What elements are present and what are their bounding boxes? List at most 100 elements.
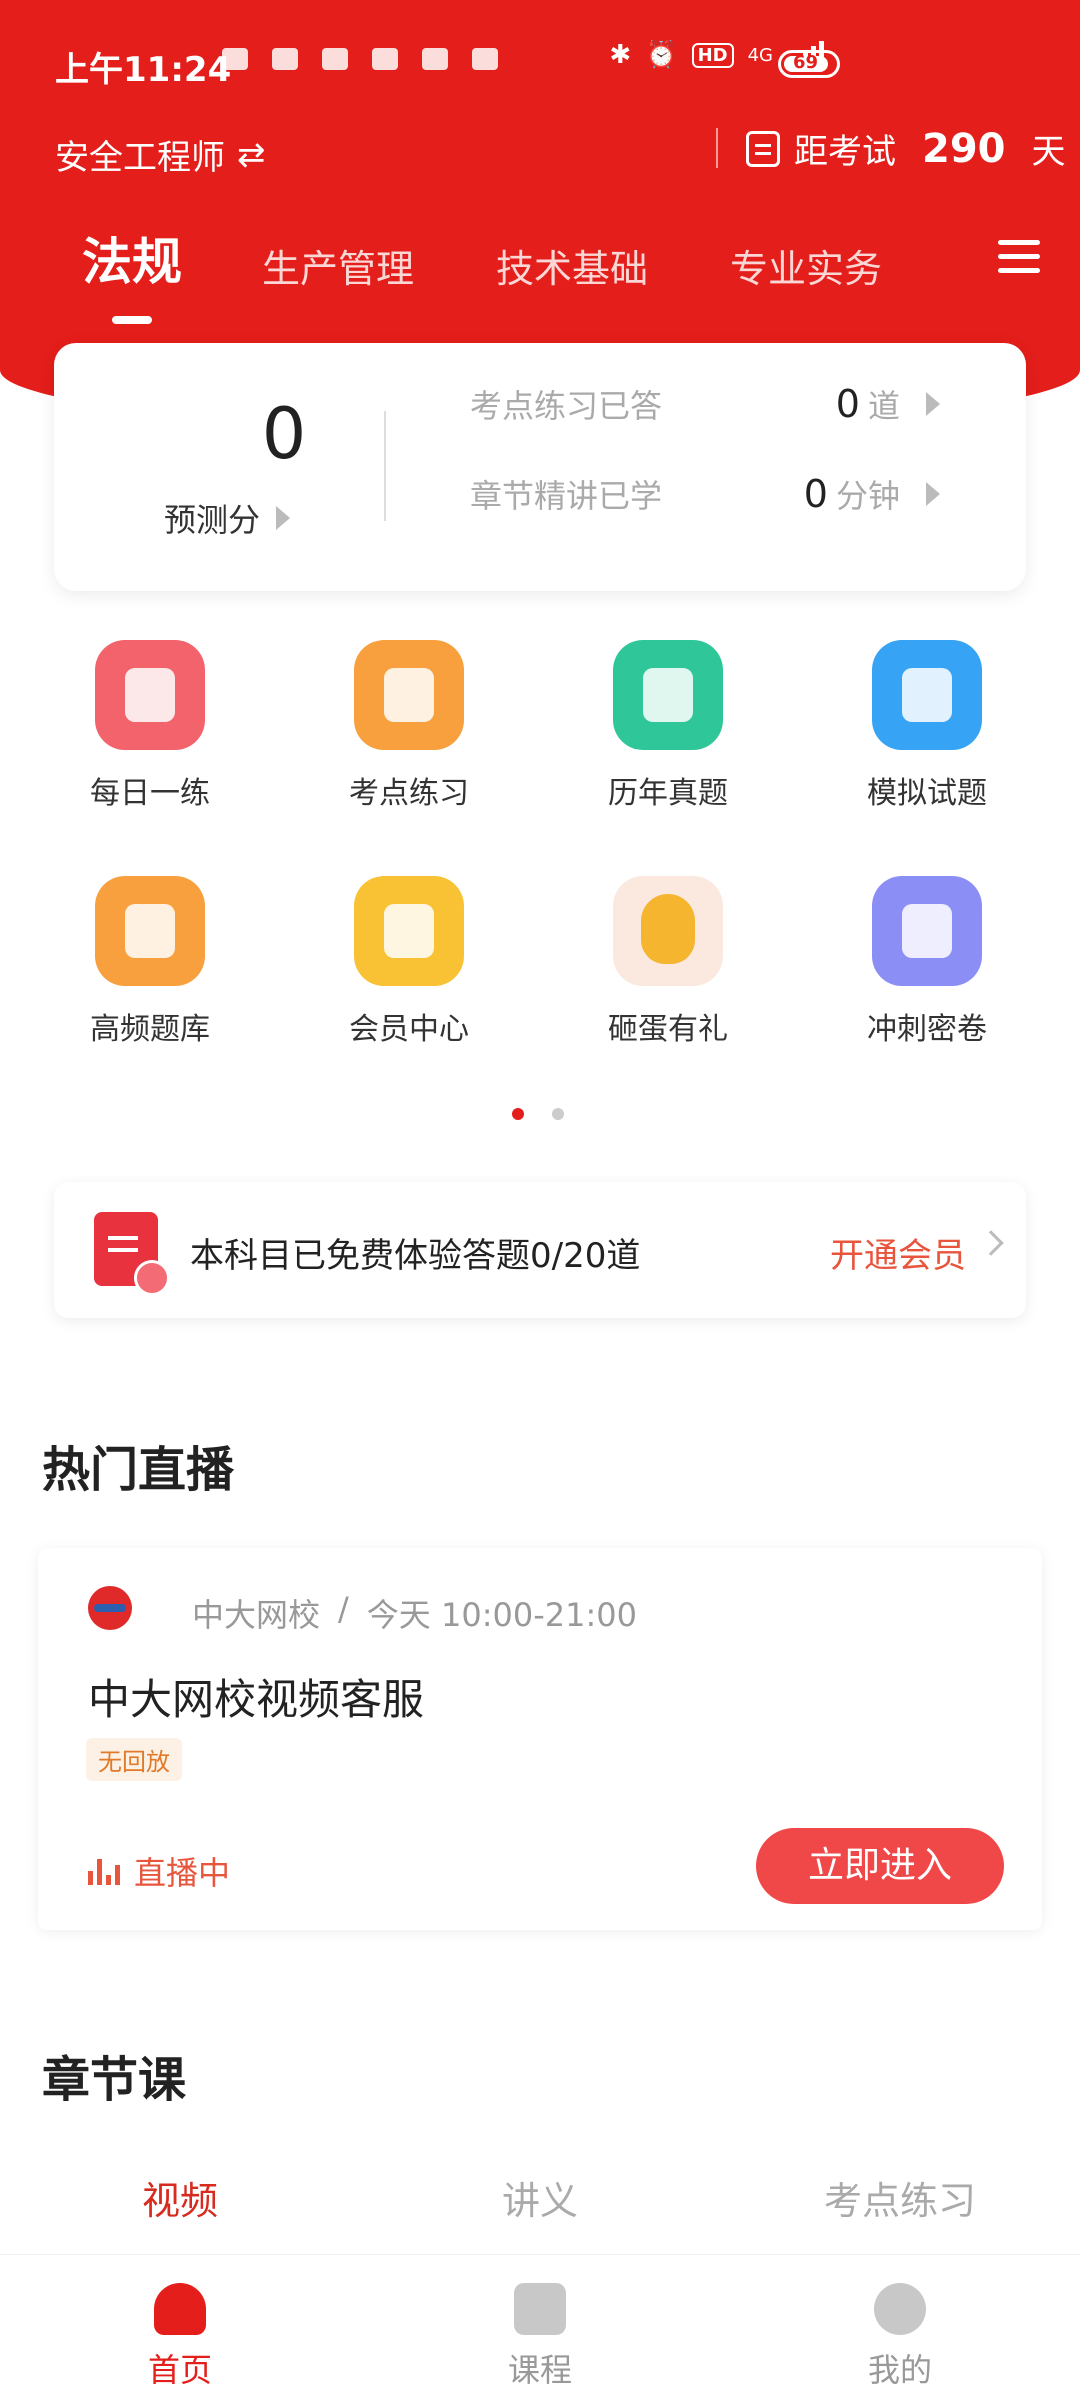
- live-meta: 中大网校 / 今天 10:00-21:00: [192, 1590, 637, 1636]
- grid-member-center[interactable]: 会员中心: [309, 876, 509, 1048]
- live-section-title: 热门直播: [42, 1442, 235, 1498]
- swap-icon: ⇄: [237, 134, 266, 175]
- arrow-right-icon: [926, 482, 940, 506]
- predicted-score-link[interactable]: 预测分: [164, 495, 291, 541]
- page-indicator: [512, 1108, 564, 1120]
- org-logo-icon: [88, 1586, 132, 1630]
- top-bar: 安全工程师 ⇄ 距考试 290 天: [0, 120, 1080, 180]
- live-bars-icon: [88, 1857, 120, 1885]
- live-card[interactable]: 中大网校 / 今天 10:00-21:00 中大网校视频客服 无回放 直播中 立…: [38, 1548, 1042, 1930]
- tab-professional-practice[interactable]: 专业实务: [730, 238, 882, 293]
- golden-egg-icon: [613, 876, 723, 986]
- chapter-tab-video[interactable]: 视频: [0, 2170, 360, 2225]
- upload-badge-icon: [134, 1260, 170, 1296]
- alarm-icon: ⏰: [645, 40, 678, 70]
- notification-icon: [322, 48, 348, 70]
- arrow-right-icon: [276, 506, 291, 530]
- home-icon: [154, 2283, 206, 2335]
- exam-countdown: 距考试 290 天: [746, 124, 1066, 173]
- book-icon: [872, 876, 982, 986]
- grid-past-exams[interactable]: 历年真题: [568, 640, 768, 812]
- live-org: 中大网校: [192, 1596, 321, 1634]
- status-bar: 上午11:24 ✱ ⏰ HD 4G 69: [0, 0, 1080, 120]
- stat-unit: 分钟: [835, 477, 900, 515]
- grid-frequent-bank[interactable]: 高频题库: [50, 876, 250, 1048]
- notification-icon: [272, 48, 298, 70]
- exam-suffix: 天: [1031, 132, 1066, 172]
- chapter-tab-practice[interactable]: 考点练习: [720, 2170, 1080, 2225]
- pulse-icon: [95, 876, 205, 986]
- live-title: 中大网校视频客服: [88, 1675, 425, 1724]
- menu-icon[interactable]: [998, 240, 1040, 274]
- tab-technical-basics[interactable]: 技术基础: [496, 238, 648, 293]
- live-separator: /: [338, 1590, 349, 1628]
- crown-icon: [354, 876, 464, 986]
- live-status: 直播中: [88, 1848, 230, 1894]
- enter-live-button[interactable]: 立即进入: [756, 1828, 1004, 1904]
- status-time: 上午11:24: [55, 50, 232, 90]
- nav-label: 我的: [867, 2351, 932, 2389]
- no-replay-badge: 无回放: [86, 1738, 182, 1781]
- exam-prefix: 距考试: [794, 132, 896, 172]
- notification-icon: [472, 48, 498, 70]
- grid-sprint-papers[interactable]: 冲刺密卷: [827, 876, 1027, 1048]
- grid-label: 冲刺密卷: [867, 1012, 987, 1047]
- open-membership-link[interactable]: 开通会员: [830, 1228, 966, 1277]
- page-dot: [512, 1108, 524, 1120]
- divider: [384, 411, 386, 521]
- grid-label: 高频题库: [90, 1012, 210, 1047]
- grid-label: 每日一练: [90, 776, 210, 811]
- chevron-right-icon: [978, 1230, 1004, 1256]
- grid-egg-gift[interactable]: 砸蛋有礼: [568, 876, 768, 1048]
- notification-icon: [222, 48, 248, 70]
- chart-screen-icon: [872, 640, 982, 750]
- nav-label: 课程: [507, 2351, 572, 2389]
- divider: [716, 128, 718, 168]
- stat-unit: 道: [867, 387, 900, 425]
- calendar-check-icon: [95, 640, 205, 750]
- tab-regulations[interactable]: 法规: [82, 222, 182, 294]
- stat-label: 章节精讲已学: [470, 477, 663, 515]
- predicted-score-label: 预测分: [164, 501, 261, 539]
- tab-production-management[interactable]: 生产管理: [262, 238, 414, 293]
- nav-courses[interactable]: 课程: [360, 2283, 720, 2391]
- grid-label: 历年真题: [608, 776, 728, 811]
- lightning-icon: [354, 640, 464, 750]
- notification-icon: [372, 48, 398, 70]
- subject-switcher[interactable]: 安全工程师 ⇄: [55, 130, 266, 179]
- free-trial-banner[interactable]: 本科目已免费体验答题0/20道 开通会员: [54, 1182, 1026, 1318]
- network-label: 4G: [747, 44, 773, 66]
- hd-icon: HD: [691, 42, 734, 68]
- course-icon: [514, 2283, 566, 2335]
- stat-label: 考点练习已答: [470, 387, 663, 425]
- battery-icon: 69: [778, 50, 840, 78]
- score-card: 0 预测分 考点练习已答 0道 章节精讲已学 0 分钟: [54, 343, 1026, 591]
- nav-mine[interactable]: 我的: [720, 2283, 1080, 2391]
- document-icon: [613, 640, 723, 750]
- stat-value: 0: [803, 472, 828, 516]
- grid-daily-practice[interactable]: 每日一练: [50, 640, 250, 812]
- grid-label: 会员中心: [349, 1012, 469, 1047]
- exam-days: 290: [922, 125, 1006, 172]
- chapter-section-title: 章节课: [42, 2052, 187, 2108]
- notification-icon: [422, 48, 448, 70]
- grid-label: 模拟试题: [867, 776, 987, 811]
- live-status-label: 直播中: [134, 1854, 231, 1892]
- free-trial-text: 本科目已免费体验答题0/20道: [190, 1236, 641, 1276]
- page-dot: [552, 1108, 564, 1120]
- nav-home[interactable]: 首页: [0, 2283, 360, 2391]
- live-time: 今天 10:00-21:00: [366, 1596, 637, 1634]
- stat-value: 0: [835, 382, 860, 426]
- chapter-tab-handout[interactable]: 讲义: [360, 2170, 720, 2225]
- grid-label: 砸蛋有礼: [608, 1012, 728, 1047]
- bottom-nav: 首页 课程 我的: [0, 2254, 1080, 2400]
- grid-mock-exams[interactable]: 模拟试题: [827, 640, 1027, 812]
- grid-point-practice[interactable]: 考点练习: [309, 640, 509, 812]
- grid-label: 考点练习: [349, 776, 469, 811]
- subject-tabs: 法规 生产管理 技术基础 专业实务: [0, 210, 1080, 310]
- chapter-tabs: 视频 讲义 考点练习: [0, 2160, 1080, 2250]
- profile-icon: [874, 2283, 926, 2335]
- subject-label: 安全工程师: [55, 138, 225, 178]
- calendar-icon: [746, 130, 780, 167]
- predicted-score: 0: [261, 393, 307, 475]
